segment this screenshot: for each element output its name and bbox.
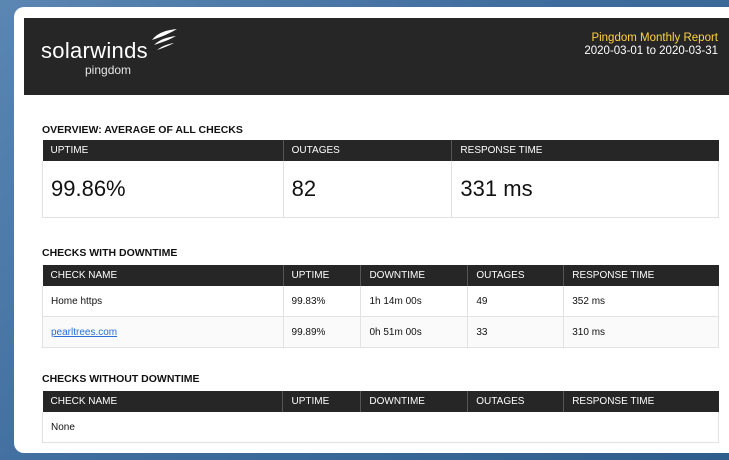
no-downtime-section-title: CHECKS WITHOUT DOWNTIME (42, 373, 200, 385)
report-title: Pingdom Monthly Report (591, 32, 718, 44)
overview-table: UPTIME OUTAGES RESPONSE TIME 99.86% 82 3… (42, 140, 719, 218)
report-header: solarwinds pingdom Pingdom Monthly Repor… (24, 18, 729, 95)
overview-response-time-value: 331 ms (451, 161, 719, 218)
no-downtime-table: CHECK NAME UPTIME DOWNTIME OUTAGES RESPO… (42, 391, 719, 443)
col-response-time: RESPONSE TIME (563, 391, 719, 412)
report-date-range: 2020-03-01 to 2020-03-31 (584, 45, 718, 57)
check-name: Home https (42, 286, 284, 317)
report-info: Pingdom Monthly Report 2020-03-01 to 202… (578, 32, 718, 58)
report-card: solarwinds pingdom Pingdom Monthly Repor… (14, 7, 729, 453)
downtime-section-title: CHECKS WITH DOWNTIME (42, 247, 178, 259)
check-downtime: 1h 14m 00s (360, 286, 469, 317)
check-response-time: 310 ms (563, 316, 719, 348)
check-response-time: 352 ms (563, 286, 719, 317)
overview-header-uptime: UPTIME (42, 140, 284, 161)
empty-state-text: None (42, 412, 719, 443)
col-downtime: DOWNTIME (360, 265, 469, 286)
check-downtime: 0h 51m 00s (360, 316, 469, 348)
col-outages: OUTAGES (467, 391, 565, 412)
col-downtime: DOWNTIME (360, 391, 469, 412)
overview-section-title: OVERVIEW: AVERAGE OF ALL CHECKS (42, 124, 243, 136)
col-check-name: CHECK NAME (42, 265, 284, 286)
check-name-link[interactable]: pearltrees.com (51, 327, 117, 338)
col-response-time: RESPONSE TIME (563, 265, 719, 286)
overview-header-outages: OUTAGES (283, 140, 453, 161)
table-row: pearltrees.com 99.89% 0h 51m 00s 33 310 … (42, 316, 719, 348)
check-uptime: 99.89% (283, 316, 362, 348)
col-uptime: UPTIME (283, 265, 362, 286)
check-name-cell: pearltrees.com (42, 316, 284, 348)
downtime-table: CHECK NAME UPTIME DOWNTIME OUTAGES RESPO… (42, 265, 719, 348)
overview-outages-value: 82 (283, 161, 453, 218)
table-row: None (42, 412, 719, 443)
check-outages: 49 (467, 286, 565, 317)
col-uptime: UPTIME (282, 391, 362, 412)
table-row: Home https 99.83% 1h 14m 00s 49 352 ms (42, 286, 719, 317)
check-outages: 33 (467, 316, 565, 348)
check-uptime: 99.83% (283, 286, 362, 317)
col-check-name: CHECK NAME (42, 391, 284, 412)
col-outages: OUTAGES (467, 265, 565, 286)
logo-subtitle: pingdom (85, 63, 132, 77)
logo-wordmark: solarwinds (41, 38, 148, 63)
solarwinds-flame-icon (152, 29, 177, 50)
overview-header-response-time: RESPONSE TIME (451, 140, 719, 161)
overview-uptime-value: 99.86% (42, 161, 284, 218)
